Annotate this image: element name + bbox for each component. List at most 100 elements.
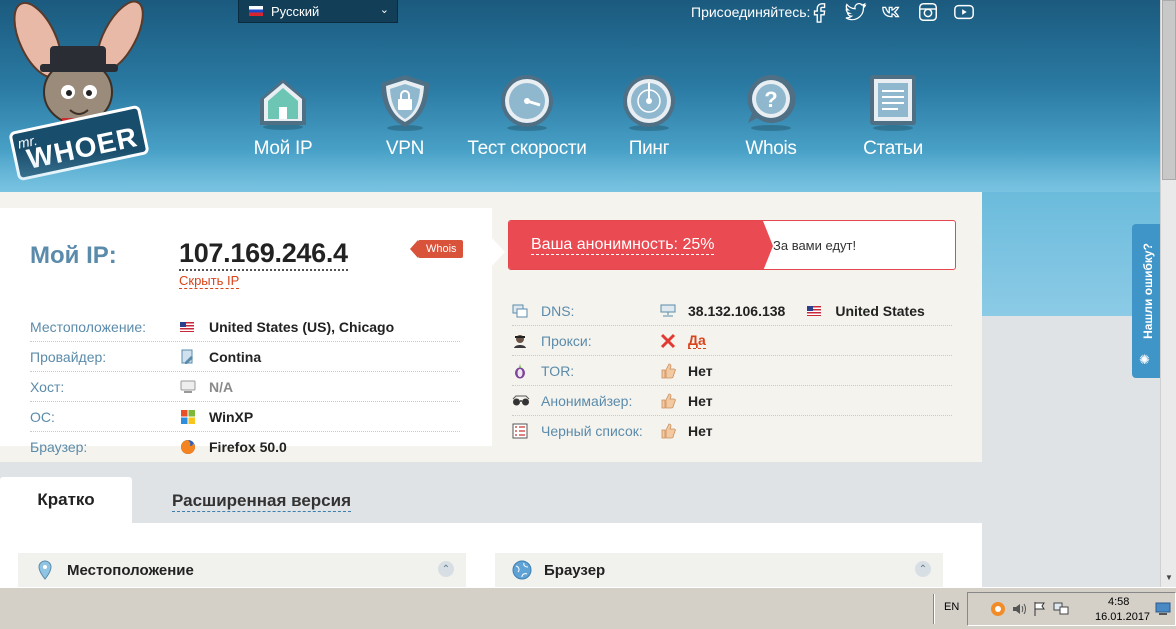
thumbs-up-icon [660,423,688,439]
nav-item-whois[interactable]: ? Whois [710,70,832,160]
detail-value: WinXP [209,408,254,425]
card-title: Браузер [544,561,606,579]
anonymity-score[interactable]: Ваша анонимность: 25% [531,236,715,255]
detail-row-os: ОС: WinXP [30,402,460,432]
check-row-dns: DNS: 38.132.106.138 United States [512,296,952,326]
whoer-logo[interactable]: mr. WHOER [0,0,160,182]
detail-value: Firefox 50.0 [209,439,287,455]
tor-icon [512,363,541,379]
host-icon [180,379,209,395]
taskbar-divider [933,594,935,624]
flag-icon[interactable] [1032,601,1048,617]
detail-value: United States (US), Chicago [209,318,395,335]
network-icon[interactable] [1053,601,1069,617]
network-icon [660,304,688,318]
radar-icon [619,70,679,132]
logo-big-text: WHOER [24,121,141,175]
nav-item-speed-test[interactable]: Тест скорости [466,70,588,160]
detail-label: ОС: [30,408,55,425]
nav-item-ping[interactable]: Пинг [588,70,710,160]
scroll-thumb[interactable] [1162,0,1176,180]
facebook-icon[interactable] [808,0,832,24]
map-pin-icon [28,560,62,580]
blacklist-icon [512,423,541,439]
nav-item-my-ip[interactable]: Мой IP [222,70,344,160]
check-label: Прокси: [541,332,592,349]
vk-icon[interactable] [880,0,904,24]
provider-icon [180,349,209,365]
nav-label: Whois [745,138,797,159]
system-tray: 4:58 16.01.2017 [967,592,1176,626]
thumbs-up-icon [660,393,688,409]
show-desktop-icon[interactable] [1155,602,1171,616]
windows-icon [180,409,209,425]
anonymity-score-box: Ваша анонимность: 25% [509,221,773,269]
nav-label: VPN [385,138,425,159]
check-row-proxy: Прокси: Да [512,326,952,356]
check-label: Черный список: [541,423,643,439]
check-value: 38.132.106.138 [688,302,786,319]
view-tabs: Кратко Расширенная версия [0,477,982,523]
anonymizer-icon [512,393,541,409]
svg-text:?: ? [764,87,777,112]
collapse-icon[interactable]: ⌃ [438,561,454,577]
browser-card-header[interactable]: Браузер ⌃ [495,553,943,587]
ip-address[interactable]: 107.169.246.4 [179,238,348,271]
dns-country: United States [807,303,925,319]
firefox-icon [180,439,209,455]
ip-details: Местоположение: United States (US), Chic… [30,312,460,462]
detail-row-location: Местоположение: United States (US), Chic… [30,312,460,342]
bug-icon: ✺ [1139,352,1150,367]
check-row-tor: TOR: Нет [512,356,952,386]
detail-label: Провайдер: [30,348,107,365]
ip-label: Мой IP: [30,242,117,269]
nav-label: Пинг [628,138,670,159]
twitter-icon[interactable] [844,0,868,24]
whois-tag[interactable]: Whois [410,240,463,258]
vertical-scrollbar[interactable]: ▼ [1160,0,1176,587]
report-error-button[interactable]: Нашли ошибку? ✺ [1132,224,1160,378]
home-icon [253,70,313,132]
nav-item-vpn[interactable]: VPN [344,70,466,160]
avast-icon[interactable] [990,601,1006,617]
check-row-blacklist: Черный список: Нет [512,416,952,446]
rabbit-mascot-icon [13,0,144,132]
check-value[interactable]: Да [688,332,706,349]
youtube-icon[interactable] [952,0,976,24]
anonymity-banner: Ваша анонимность: 25% За вами едут! [508,220,956,270]
nav-label: Тест скорости [467,138,587,159]
detail-row-provider: Провайдер: Contina [30,342,460,372]
proxy-icon [512,333,541,349]
question-icon: ? [741,70,801,132]
check-row-anonymizer: Анонимайзер: Нет [512,386,952,416]
us-flag-icon [807,305,822,316]
check-label: DNS: [541,302,575,319]
collapse-icon[interactable]: ⌃ [915,561,931,577]
article-icon [863,70,923,132]
thumbs-up-icon [660,363,688,379]
location-card-header[interactable]: Местоположение ⌃ [18,553,466,587]
detail-label: Браузер: [30,439,88,455]
anonymity-message: За вами едут! [773,238,857,253]
hide-ip-link[interactable]: Скрыть IP [179,273,240,289]
tab-extended[interactable]: Расширенная версия [172,491,352,512]
clock-time[interactable]: 4:58 [1108,596,1129,608]
scroll-down-arrow-icon[interactable]: ▼ [1162,573,1176,585]
main-nav: Мой IP VPN Тест скорости Пинг ? Whois Ст… [222,70,954,160]
tray-icons [990,601,1069,617]
taskbar: EN 4:58 16.01.2017 [0,587,1176,629]
cross-icon [660,333,688,349]
speedometer-icon [497,70,557,132]
tab-brief[interactable]: Кратко [0,477,132,523]
instagram-icon[interactable] [916,0,940,24]
detail-value: Contina [209,348,262,365]
volume-icon[interactable] [1011,601,1027,617]
nav-item-articles[interactable]: Статьи [832,70,954,160]
detail-value: N/A [209,378,234,395]
language-select[interactable]: Русский ⌄ [238,0,398,23]
clock-date[interactable]: 16.01.2017 [1095,611,1150,623]
check-value: Нет [688,392,713,409]
detail-label: Местоположение: [30,318,147,335]
input-language[interactable]: EN [944,601,959,613]
dns-icon [512,303,541,319]
